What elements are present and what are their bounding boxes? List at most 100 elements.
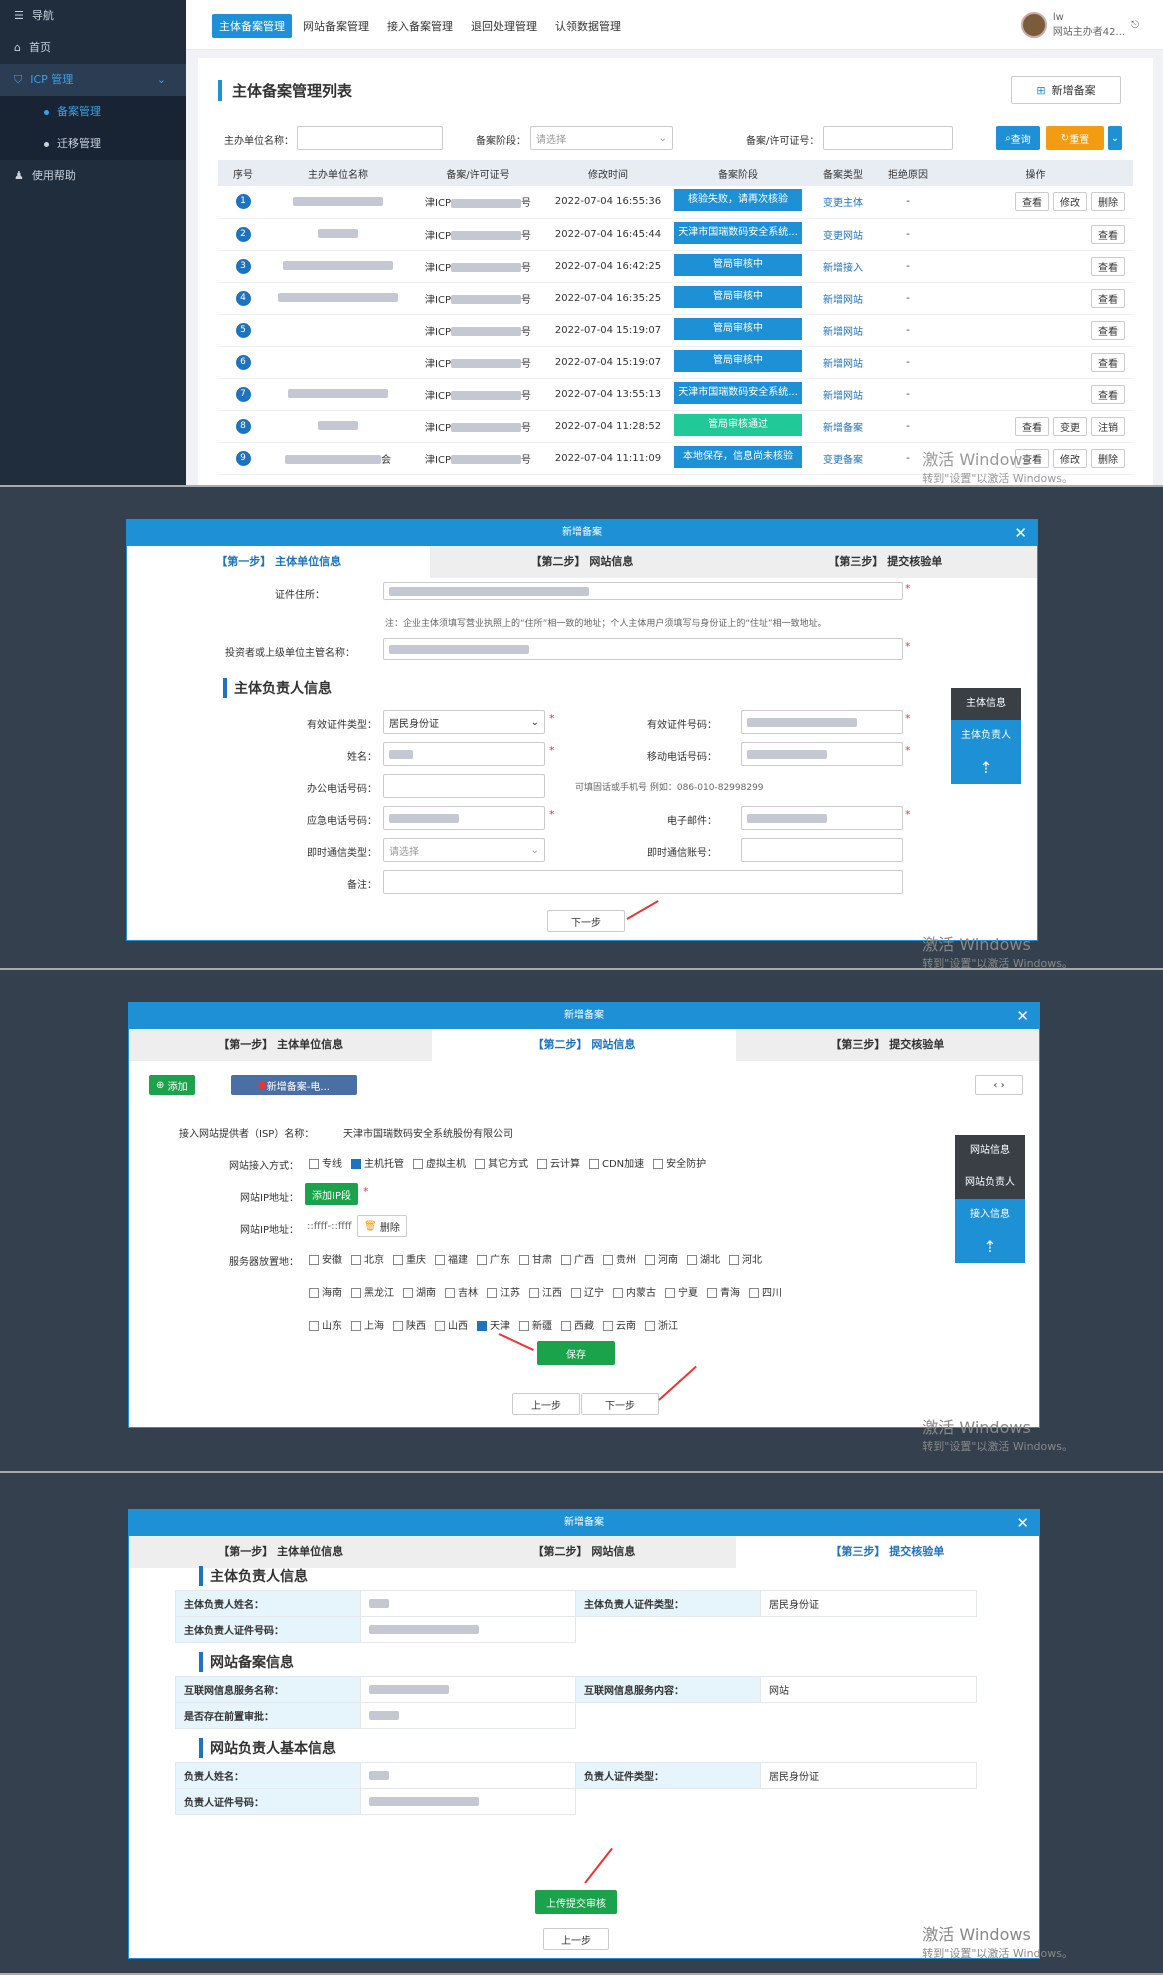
reset-button[interactable]: ↻ 重置 [1046,126,1104,150]
record-type-link[interactable]: 新增网站 [808,346,878,379]
checkbox[interactable]: 湖北 [687,1251,720,1266]
step-2-tab[interactable]: 【第二步】 网站信息 [432,1536,735,1568]
row-action-button[interactable]: 删除 [1091,448,1125,468]
row-action-button[interactable]: 查看 [1015,192,1049,212]
checkbox[interactable]: 山东 [309,1317,342,1332]
checkbox[interactable]: CDN加速 [589,1155,644,1170]
step-1-tab[interactable]: 【第一步】 主体单位信息 [127,546,431,578]
checkbox[interactable]: 广西 [561,1251,594,1266]
user-menu[interactable]: lw 网站主办者42... ⎋ [1020,12,1139,38]
checkbox[interactable]: 安徽 [309,1251,342,1266]
checkbox[interactable]: 西藏 [561,1317,594,1332]
license-input[interactable] [823,126,953,150]
next-button[interactable]: 下一步 [547,910,625,932]
sidebar-nav-toggle[interactable]: ☰ 导航 [0,0,186,32]
checkbox[interactable]: 陕西 [393,1317,426,1332]
tab-scroll-buttons[interactable]: ‹ › [975,1075,1023,1095]
tab-return[interactable]: 退回处理管理 [464,14,544,38]
row-action-button[interactable]: 查看 [1091,352,1125,372]
name-input[interactable] [383,742,545,766]
checkbox[interactable]: 山西 [435,1317,468,1332]
tab-access[interactable]: 接入备案管理 [380,14,460,38]
record-type-link[interactable]: 新增网站 [808,282,878,315]
sidebar-item-home[interactable]: ⌂ 首页 [0,32,186,64]
add-site-button[interactable]: ⊕ 添加 [149,1075,195,1095]
arrow-up-icon[interactable]: ⇡ [955,1231,1025,1263]
im-account-input[interactable] [741,838,903,862]
address-input[interactable] [383,582,903,600]
checkbox[interactable]: 湖南 [403,1284,436,1299]
sidebar-item-record[interactable]: 备案管理 [0,96,186,128]
im-type-select[interactable]: 请选择 ⌄ [383,838,545,862]
record-type-link[interactable]: 变更网站 [808,218,878,251]
checkbox[interactable]: 专线 [309,1155,342,1170]
site-tab[interactable]: ● 新增备案-电... [231,1075,357,1095]
record-type-link[interactable]: 新增接入 [808,250,878,283]
checkbox[interactable]: 云南 [603,1317,636,1332]
sidenav-access-info[interactable]: 接入信息 [955,1199,1025,1231]
tab-website[interactable]: 网站备案管理 [296,14,376,38]
id-number-input[interactable] [741,710,903,734]
checkbox[interactable]: 四川 [749,1284,782,1299]
close-icon[interactable]: ● [258,1080,267,1091]
checkbox[interactable]: 北京 [351,1251,384,1266]
row-action-button[interactable]: 查看 [1091,384,1125,404]
step-3-tab[interactable]: 【第三步】 提交核验单 [735,1536,1039,1568]
checkbox[interactable]: 虚拟主机 [413,1155,466,1170]
row-action-button[interactable]: 注销 [1091,416,1125,436]
row-action-button[interactable]: 删除 [1091,192,1125,212]
save-button[interactable]: 保存 [537,1341,615,1365]
expand-filter-button[interactable]: ⌄ [1108,126,1122,150]
step-3-tab[interactable]: 【第三步】 提交核验单 [734,546,1037,578]
row-action-button[interactable]: 变更 [1053,416,1087,436]
checkbox[interactable]: 海南 [309,1284,342,1299]
step-1-tab[interactable]: 【第一步】 主体单位信息 [129,1536,432,1568]
checkbox[interactable]: 新疆 [519,1317,552,1332]
row-action-button[interactable]: 查看 [1091,256,1125,276]
sidebar-item-icp[interactable]: ⛉ ICP 管理 ⌄ [0,64,186,96]
checkbox[interactable]: 黑龙江 [351,1284,394,1299]
prev-button[interactable]: 上一步 [543,1928,609,1950]
submit-review-button[interactable]: 上传提交审核 [535,1890,617,1914]
close-icon[interactable]: ✕ [1016,1003,1029,1029]
checkbox[interactable]: 河南 [645,1251,678,1266]
record-type-link[interactable]: 变更备案 [808,442,878,475]
step-1-tab[interactable]: 【第一步】 主体单位信息 [129,1029,432,1061]
next-button[interactable]: 下一步 [581,1393,659,1415]
row-action-button[interactable]: 查看 [1091,288,1125,308]
id-type-select[interactable]: 居民身份证 ⌄ [383,710,545,734]
row-action-button[interactable]: 查看 [1091,224,1125,244]
mobile-input[interactable] [741,742,903,766]
sidebar-item-help[interactable]: ♟ 使用帮助 [0,160,186,192]
record-type-link[interactable]: 新增备案 [808,410,878,443]
search-button[interactable]: ⌕ 查询 [996,126,1040,150]
checkbox[interactable]: 天津 [477,1317,510,1332]
checkbox[interactable]: 吉林 [445,1284,478,1299]
delete-ip-button[interactable]: 🗑 删除 [357,1215,407,1237]
sidenav-subject-info[interactable]: 主体信息 [951,688,1021,720]
checkbox[interactable]: 辽宁 [571,1284,604,1299]
tab-subject[interactable]: 主体备案管理 [212,14,292,38]
checkbox[interactable]: 广东 [477,1251,510,1266]
checkbox[interactable]: 安全防护 [653,1155,706,1170]
record-type-link[interactable]: 新增网站 [808,314,878,347]
new-record-button[interactable]: ⊞ 新增备案 [1011,76,1121,104]
sidenav-site-info[interactable]: 网站信息 [955,1135,1025,1167]
checkbox[interactable]: 其它方式 [475,1155,528,1170]
stage-select[interactable]: 请选择 ⌄ [530,126,673,150]
tab-claim[interactable]: 认领数据管理 [548,14,628,38]
checkbox[interactable]: 青海 [707,1284,740,1299]
checkbox[interactable]: 主机托管 [351,1155,404,1170]
record-type-link[interactable]: 新增网站 [808,378,878,411]
investor-input[interactable] [383,638,903,660]
sidenav-site-leader[interactable]: 网站负责人 [955,1167,1025,1199]
unit-name-input[interactable] [297,126,443,150]
sidenav-subject-leader[interactable]: 主体负责人 [951,720,1021,752]
checkbox[interactable]: 云计算 [537,1155,580,1170]
checkbox[interactable]: 江西 [529,1284,562,1299]
close-icon[interactable]: ✕ [1014,520,1027,546]
step-3-tab[interactable]: 【第三步】 提交核验单 [736,1029,1039,1061]
step-2-tab[interactable]: 【第二步】 网站信息 [432,1029,736,1061]
checkbox[interactable]: 江苏 [487,1284,520,1299]
checkbox[interactable]: 重庆 [393,1251,426,1266]
